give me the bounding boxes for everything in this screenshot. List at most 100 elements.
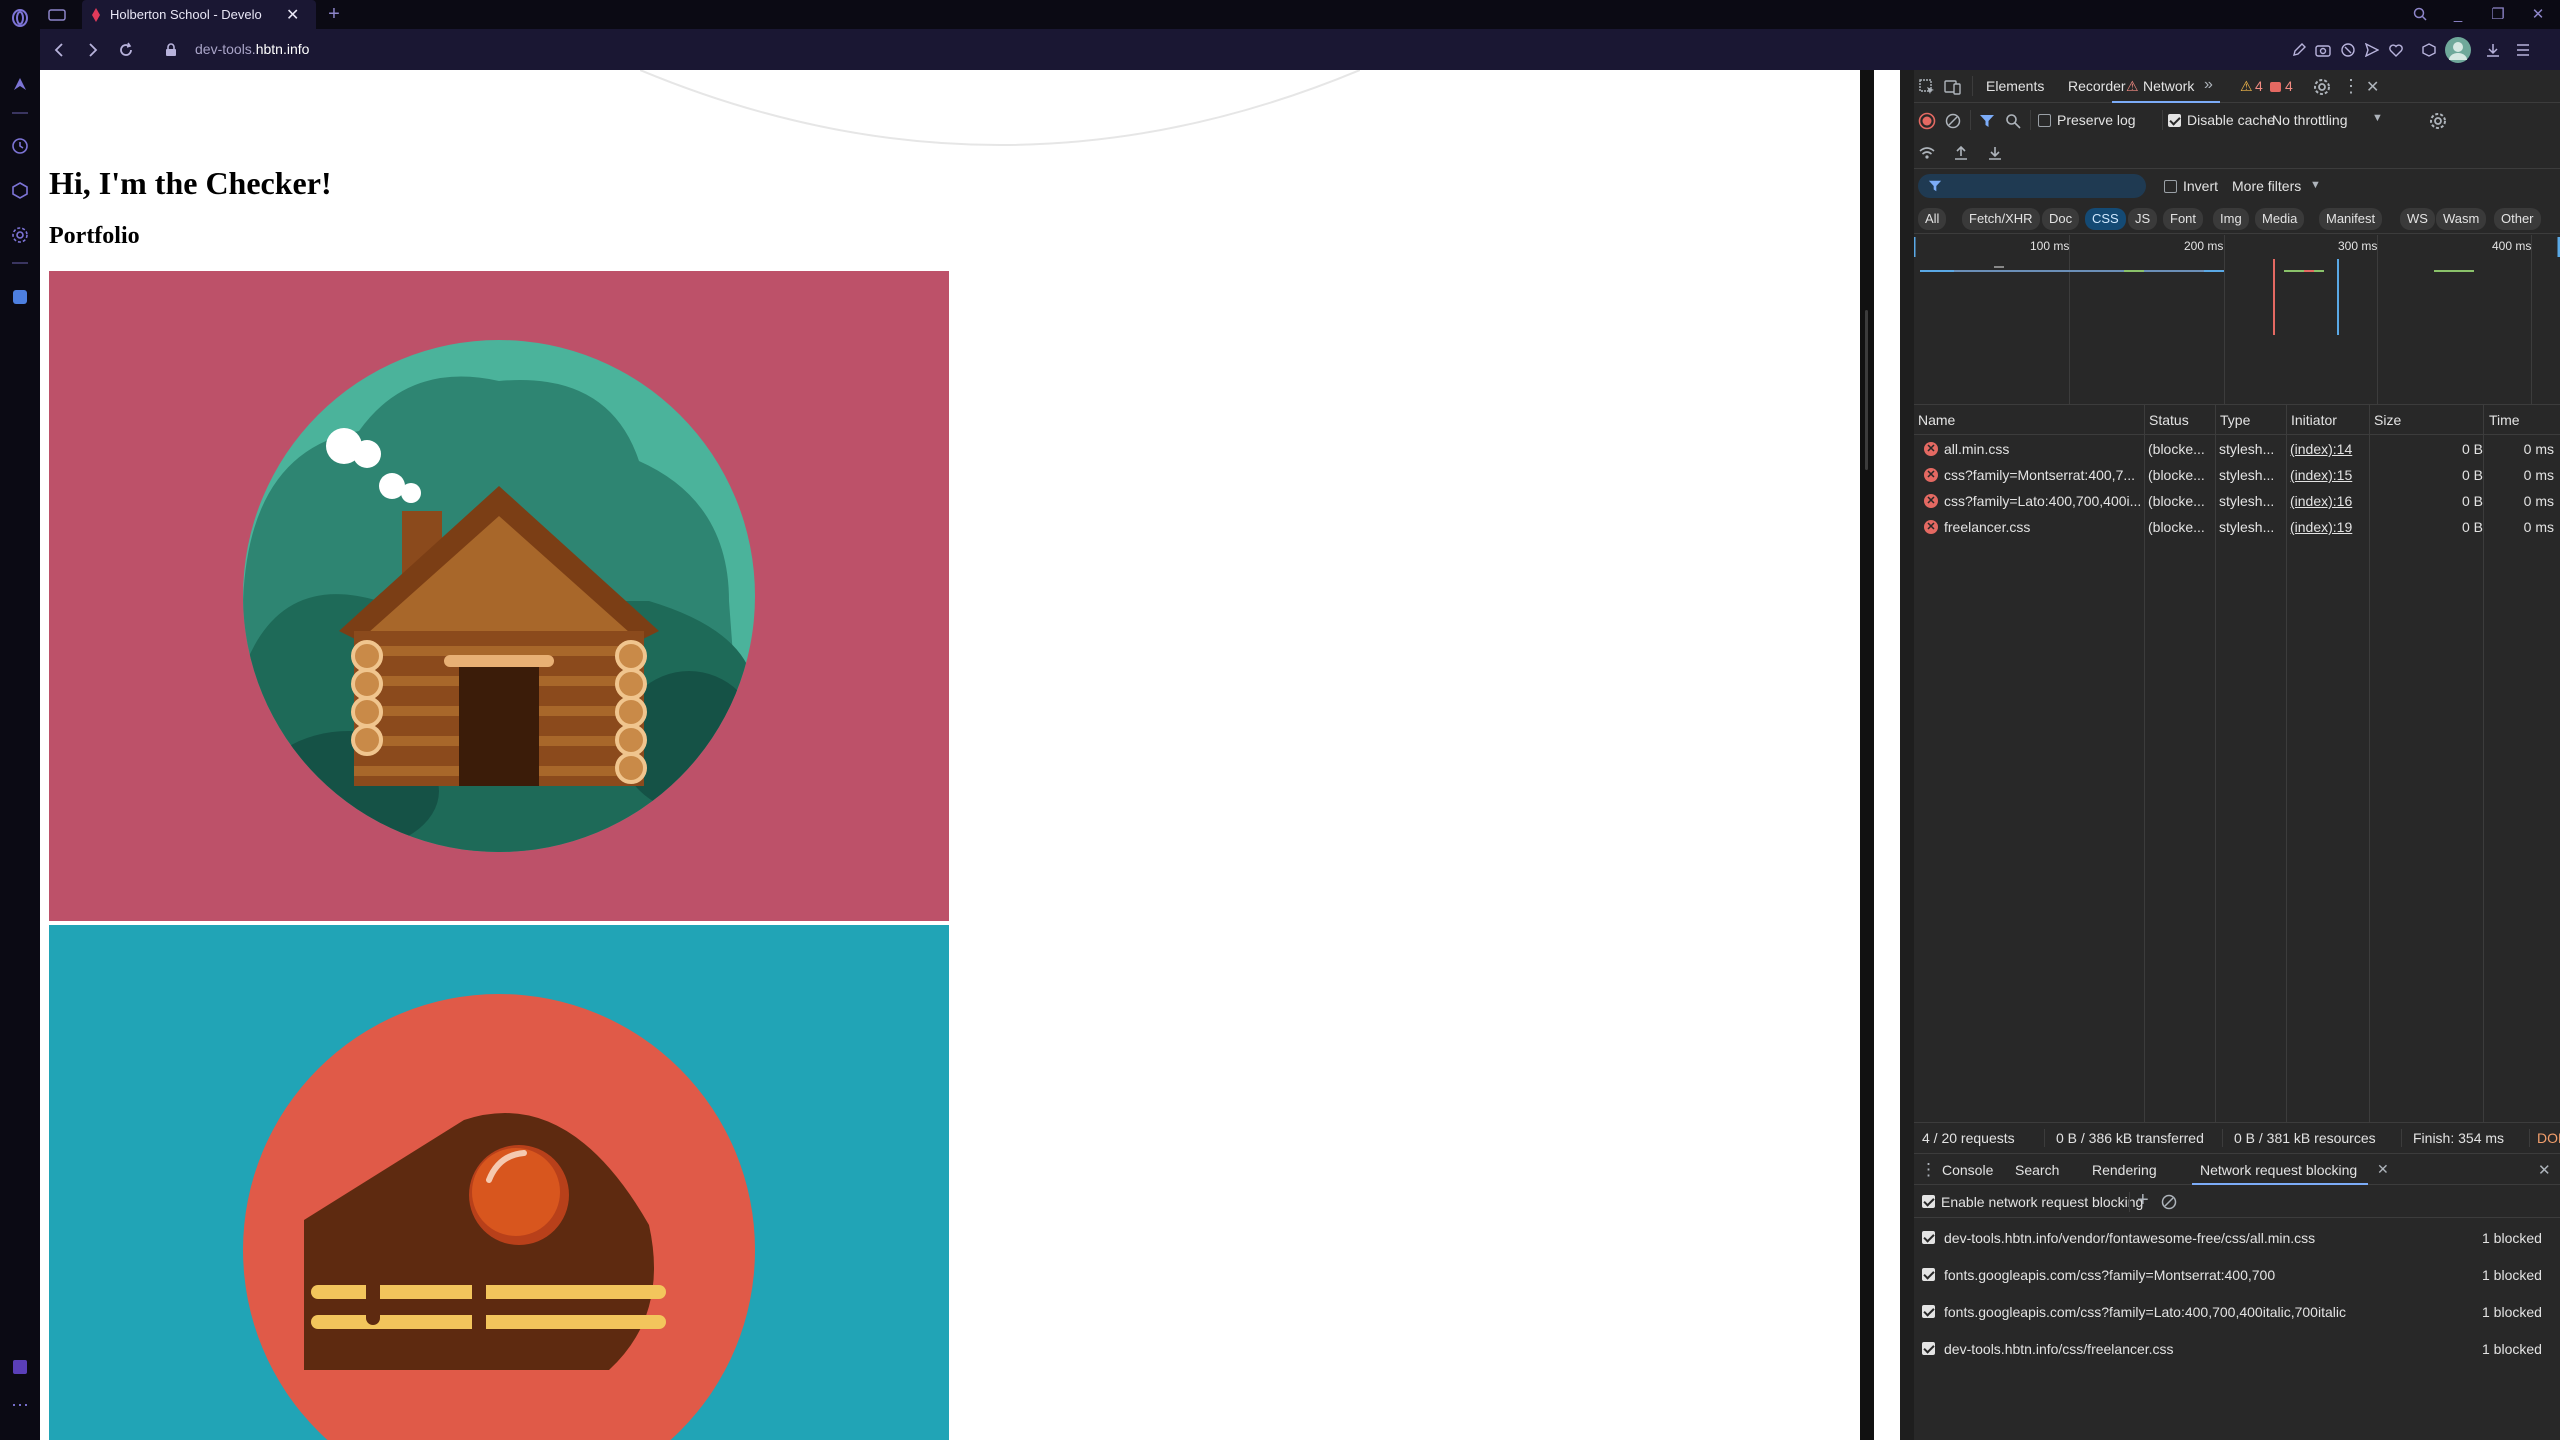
request-row[interactable]: ✕ all.min.css (blocke... stylesh... (ind…	[1914, 436, 2560, 462]
col-status[interactable]: Status	[2149, 412, 2189, 428]
settings-gear-icon[interactable]	[10, 225, 30, 245]
invert-checkbox[interactable]	[2164, 180, 2177, 193]
portfolio-item-cabin[interactable]	[49, 271, 949, 921]
request-row[interactable]: ✕ css?family=Montserrat:400,7... (blocke…	[1914, 462, 2560, 488]
enable-blocking-checkbox[interactable]	[1922, 1195, 1935, 1208]
extensions-cube-icon[interactable]	[10, 180, 30, 200]
tab-search-icon[interactable]	[2410, 4, 2430, 24]
network-settings-gear-icon[interactable]	[2428, 111, 2448, 131]
warnings-badge-icon[interactable]: ⚠	[2240, 78, 2253, 95]
network-conditions-wifi-icon[interactable]	[1918, 144, 1936, 162]
type-filter-doc[interactable]: Doc	[2042, 208, 2080, 230]
filter-icon[interactable]	[1978, 112, 1996, 130]
col-initiator[interactable]: Initiator	[2291, 412, 2337, 428]
device-toggle-icon[interactable]	[1944, 78, 1962, 96]
disable-cache-checkbox[interactable]	[2168, 114, 2181, 127]
pattern-checkbox[interactable]	[1922, 1305, 1935, 1318]
devtools-menu-icon[interactable]: ⋮	[2342, 76, 2360, 97]
reload-icon[interactable]	[115, 39, 137, 61]
remove-all-patterns-icon[interactable]	[2160, 1193, 2178, 1211]
type-filter-other[interactable]: Other	[2494, 208, 2541, 230]
history-icon[interactable]	[10, 136, 30, 156]
drawer-tab-search[interactable]: Search	[2015, 1162, 2059, 1178]
pattern-checkbox[interactable]	[1922, 1231, 1935, 1244]
throttling-dropdown-icon[interactable]: ▼	[2372, 112, 2383, 124]
restore-button[interactable]: ❐	[2488, 4, 2508, 24]
col-time[interactable]: Time	[2489, 412, 2520, 428]
tab-elements[interactable]: Elements	[1986, 78, 2044, 94]
filter-input[interactable]	[1918, 174, 2146, 198]
menu-icon[interactable]	[2512, 39, 2534, 61]
blocked-pattern-item[interactable]: dev-tools.hbtn.info/vendor/fontawesome-f…	[1914, 1220, 2560, 1257]
more-filters-dropdown-icon[interactable]: ▼	[2310, 179, 2321, 191]
close-window-button[interactable]: ✕	[2528, 4, 2548, 24]
errors-count[interactable]: 4	[2285, 78, 2293, 94]
send-icon[interactable]	[2361, 39, 2383, 61]
type-filter-media[interactable]: Media	[2255, 208, 2305, 230]
drawer-tab-console[interactable]: Console	[1942, 1162, 1993, 1178]
inspect-element-icon[interactable]	[1918, 78, 1936, 96]
extension-cube-icon[interactable]	[2418, 39, 2440, 61]
devtools-resize-handle[interactable]	[1860, 70, 1874, 1440]
devtools-settings-gear-icon[interactable]	[2312, 77, 2332, 97]
warnings-count[interactable]: 4	[2255, 78, 2263, 94]
more-icon[interactable]: ⋯	[10, 1395, 30, 1415]
request-initiator-link[interactable]: (index):16	[2290, 493, 2370, 509]
export-har-icon[interactable]	[1986, 144, 2004, 162]
import-har-icon[interactable]	[1952, 144, 1970, 162]
network-overview-timeline[interactable]: 100 ms 200 ms 300 ms 400 ms	[1914, 235, 2560, 405]
drawer-tab-close-icon[interactable]: ✕	[2377, 1161, 2389, 1178]
devtools-scrollbar[interactable]	[1900, 70, 1914, 1440]
type-filter-fetch-xhr[interactable]: Fetch/XHR	[1962, 208, 2040, 230]
tab-islands-icon[interactable]	[48, 0, 78, 29]
errors-badge-icon[interactable]	[2270, 82, 2281, 92]
add-pattern-icon[interactable]: +	[2137, 1189, 2149, 1212]
more-filters-button[interactable]: More filters	[2232, 178, 2301, 194]
clear-icon[interactable]	[1944, 112, 1962, 130]
col-name[interactable]: Name	[1918, 412, 1955, 428]
devtools-close-icon[interactable]: ✕	[2366, 77, 2379, 97]
blocked-pattern-item[interactable]: fonts.googleapis.com/css?family=Montserr…	[1914, 1257, 2560, 1294]
drawer-close-icon[interactable]: ✕	[2538, 1161, 2551, 1179]
type-filter-manifest[interactable]: Manifest	[2319, 208, 2383, 230]
col-type[interactable]: Type	[2220, 412, 2250, 428]
drawer-menu-icon[interactable]: ⋮	[1920, 1160, 1937, 1180]
camera-icon[interactable]	[2312, 39, 2334, 61]
blocked-pattern-item[interactable]: fonts.googleapis.com/css?family=Lato:400…	[1914, 1294, 2560, 1331]
app-icon[interactable]	[10, 1357, 30, 1377]
portfolio-item-cake[interactable]	[49, 925, 949, 1440]
heart-icon[interactable]	[2385, 39, 2407, 61]
type-filter-img[interactable]: Img	[2213, 208, 2249, 230]
type-filter-all[interactable]: All	[1918, 208, 1947, 230]
tab-close-icon[interactable]: ✕	[286, 5, 299, 25]
edit-icon[interactable]	[2288, 39, 2310, 61]
request-initiator-link[interactable]: (index):14	[2290, 441, 2370, 457]
request-initiator-link[interactable]: (index):19	[2290, 519, 2370, 535]
address-bar[interactable]: dev-tools.hbtn.info	[195, 41, 309, 57]
download-icon[interactable]	[2482, 39, 2504, 61]
type-filter-css[interactable]: CSS	[2085, 208, 2126, 230]
type-filter-js[interactable]: JS	[2128, 208, 2158, 230]
request-row[interactable]: ✕ freelancer.css (blocke... stylesh... (…	[1914, 514, 2560, 540]
block-icon[interactable]	[2337, 39, 2359, 61]
col-size[interactable]: Size	[2374, 412, 2401, 428]
type-filter-wasm[interactable]: Wasm	[2436, 208, 2487, 230]
workspace-icon[interactable]	[10, 287, 30, 307]
back-icon[interactable]	[48, 39, 70, 61]
preserve-log-checkbox[interactable]	[2038, 114, 2051, 127]
pattern-checkbox[interactable]	[1922, 1268, 1935, 1281]
record-stop-icon[interactable]	[1918, 112, 1936, 130]
request-initiator-link[interactable]: (index):15	[2290, 467, 2370, 483]
pattern-checkbox[interactable]	[1922, 1342, 1935, 1355]
drawer-tab-rendering[interactable]: Rendering	[2092, 1162, 2157, 1178]
blocked-pattern-item[interactable]: dev-tools.hbtn.info/css/freelancer.css 1…	[1914, 1331, 2560, 1368]
minimize-button[interactable]: _	[2448, 4, 2468, 24]
browser-tab-active[interactable]: Holberton School - Develo ✕	[82, 0, 316, 29]
more-tabs-icon[interactable]: »	[2204, 76, 2213, 94]
drawer-tab-network-request-blocking[interactable]: Network request blocking	[2192, 1154, 2368, 1185]
throttling-select[interactable]: No throttling	[2272, 112, 2347, 128]
type-filter-font[interactable]: Font	[2163, 208, 2204, 230]
type-filter-ws[interactable]: WS	[2400, 208, 2435, 230]
opera-logo-icon[interactable]	[10, 8, 30, 28]
forward-icon[interactable]	[82, 39, 104, 61]
